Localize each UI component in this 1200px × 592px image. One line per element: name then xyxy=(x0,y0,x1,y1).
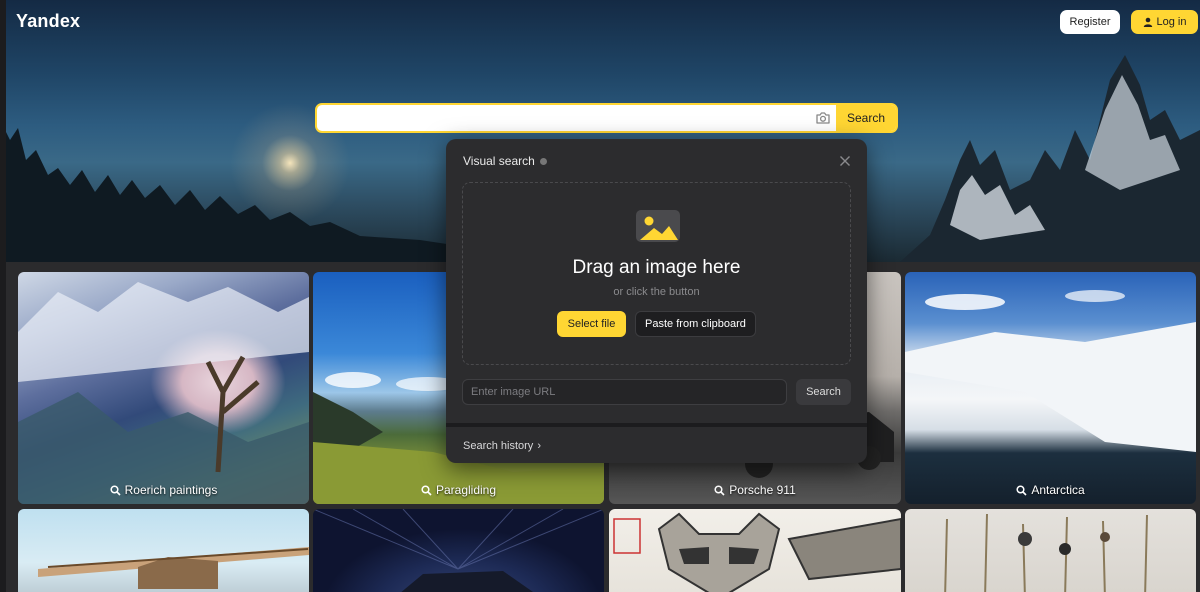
divider xyxy=(446,423,867,427)
info-icon[interactable] xyxy=(539,157,547,165)
tile-caption: Antarctica xyxy=(905,483,1196,497)
yandex-logo[interactable]: Yandex xyxy=(16,11,80,32)
select-file-button[interactable]: Select file xyxy=(557,311,626,337)
camera-icon[interactable] xyxy=(814,109,832,127)
tile-car-night[interactable] xyxy=(313,509,604,592)
drag-instruction: Drag an image here xyxy=(572,257,741,278)
image-url-input[interactable] xyxy=(462,379,787,405)
tile-image xyxy=(18,282,309,504)
tile-caption: Paragliding xyxy=(313,483,604,497)
search-input[interactable] xyxy=(317,105,837,131)
paste-from-clipboard-button[interactable]: Paste from clipboard xyxy=(635,311,756,337)
image-icon xyxy=(636,210,680,242)
login-button[interactable]: Log in xyxy=(1131,10,1198,34)
search-icon xyxy=(1016,484,1027,496)
search-icon xyxy=(714,484,725,496)
search-history-link[interactable]: Search history › xyxy=(463,440,541,452)
tile-caption-label: Porsche 911 xyxy=(729,483,796,497)
tile-caption: Porsche 911 xyxy=(609,483,901,497)
login-label: Log in xyxy=(1156,16,1187,28)
search-button[interactable]: Search xyxy=(836,105,896,131)
search-icon xyxy=(110,484,121,496)
tile-image xyxy=(905,290,1196,452)
tile-antarctica[interactable]: Antarctica xyxy=(905,272,1196,504)
tile-image xyxy=(38,547,309,589)
tile-dried-plants[interactable] xyxy=(905,509,1196,592)
window-edge xyxy=(0,0,6,592)
tile-raccoon-papercraft[interactable] xyxy=(609,509,901,592)
tile-image xyxy=(613,512,901,592)
tile-caption-label: Roerich paintings xyxy=(124,483,218,497)
url-search-button[interactable]: Search xyxy=(796,379,851,405)
tile-caption: Roerich paintings xyxy=(18,483,309,497)
tile-caption-label: Antarctica xyxy=(1031,483,1085,497)
search-icon xyxy=(421,484,432,496)
user-icon xyxy=(1143,17,1152,27)
visual-search-title: Visual search xyxy=(463,154,547,168)
tile-caption-label: Paragliding xyxy=(435,483,497,497)
visual-search-popup: Visual search Drag an image here or clic… xyxy=(446,139,867,463)
chevron-right-icon: › xyxy=(537,440,541,452)
search-bar: Search xyxy=(315,103,898,133)
search-history-label: Search history xyxy=(463,440,534,452)
tile-roerich-paintings[interactable]: Roerich paintings xyxy=(18,272,309,504)
close-icon[interactable] xyxy=(839,155,851,167)
visual-search-title-label: Visual search xyxy=(463,154,535,168)
tile-biplane[interactable] xyxy=(18,509,309,592)
tile-image xyxy=(313,509,604,592)
image-drop-zone[interactable]: Drag an image here or click the button S… xyxy=(462,182,851,365)
register-button[interactable]: Register xyxy=(1060,10,1120,34)
or-instruction: or click the button xyxy=(613,286,700,298)
tile-image xyxy=(944,513,1148,592)
